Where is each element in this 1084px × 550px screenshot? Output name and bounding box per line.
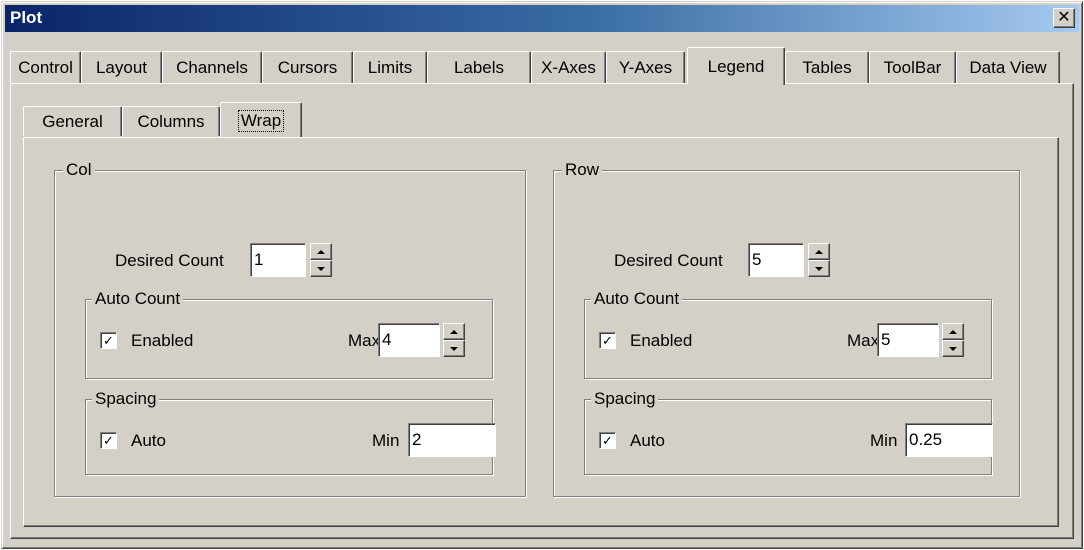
col-desired-count-input[interactable] — [250, 243, 306, 277]
spin-up-button[interactable] — [443, 323, 465, 340]
arrow-up-icon — [317, 249, 325, 254]
tab-label: Layout — [95, 57, 148, 77]
row-auto-label: Auto — [630, 431, 665, 450]
row-auto-count-title: Auto Count — [591, 289, 683, 309]
check-icon: ✓ — [602, 333, 613, 348]
tab-label: Legend — [707, 56, 765, 76]
col-spacing-group: Spacing ✓ Auto Min — [85, 389, 496, 475]
tab-label: Channels — [176, 57, 248, 77]
arrow-up-icon — [949, 329, 957, 334]
tab-label: Limits — [367, 57, 413, 77]
col-group-title: Col — [63, 160, 95, 180]
row-min-label: Min — [870, 431, 898, 450]
col-enabled-label: Enabled — [131, 331, 194, 350]
row-desired-count-spinner[interactable] — [808, 243, 830, 277]
spin-down-button[interactable] — [808, 260, 830, 277]
row-spacing-title: Spacing — [591, 389, 659, 409]
subtab-columns[interactable]: Columns — [122, 106, 220, 136]
check-icon: ✓ — [602, 433, 613, 448]
check-icon: ✓ — [103, 333, 114, 348]
arrow-down-icon — [317, 266, 325, 271]
col-auto-label: Auto — [131, 431, 166, 450]
subtab-label: General — [42, 111, 103, 131]
subtab-general[interactable]: General — [23, 106, 122, 136]
col-auto-count-group: Auto Count ✓ Enabled Max — [85, 289, 493, 379]
subtab-label: Columns — [137, 111, 205, 131]
row-group: Row Desired Count Auto Count ✓ Enabled M… — [553, 160, 1020, 497]
col-max-input[interactable] — [378, 323, 440, 357]
subtab-label: Wrap — [237, 109, 285, 132]
row-max-label: Max — [847, 331, 880, 350]
tab-limits[interactable]: Limits — [353, 51, 427, 83]
tab-data-view[interactable]: Data View — [956, 51, 1060, 83]
arrow-down-icon — [450, 346, 458, 351]
row-min-input[interactable] — [905, 423, 993, 457]
row-max-input[interactable] — [877, 323, 939, 357]
check-icon: ✓ — [103, 433, 114, 448]
col-max-spinner[interactable] — [443, 323, 465, 357]
row-enabled-label: Enabled — [630, 331, 693, 350]
row-desired-count-label: Desired Count — [614, 251, 723, 270]
wrap-panel: Col Desired Count Auto Count ✓ Enabled M… — [23, 137, 1059, 527]
tab-channels[interactable]: Channels — [162, 51, 262, 83]
row-spacing-group: Spacing ✓ Auto Min — [584, 389, 993, 475]
arrow-up-icon — [815, 249, 823, 254]
window-title: Plot — [10, 8, 43, 27]
tab-label: Y-Axes — [618, 57, 673, 77]
row-auto-count-group: Auto Count ✓ Enabled Max — [584, 289, 992, 379]
tab-layout[interactable]: Layout — [81, 51, 162, 83]
arrow-up-icon — [450, 329, 458, 334]
spin-up-button[interactable] — [310, 243, 332, 260]
subtab-wrap[interactable]: Wrap — [220, 102, 302, 138]
tab-label: Control — [18, 57, 73, 77]
tab-label: ToolBar — [883, 57, 942, 77]
tab-label: Tables — [802, 57, 852, 77]
tab-label: Labels — [453, 57, 505, 77]
spin-down-button[interactable] — [942, 340, 964, 357]
close-icon: ✕ — [1057, 9, 1071, 26]
col-desired-count-spinner[interactable] — [310, 243, 332, 277]
col-auto-checkbox[interactable]: ✓ — [100, 432, 117, 449]
tab-label: Data View — [969, 57, 1047, 77]
tab-cursors[interactable]: Cursors — [262, 51, 353, 83]
row-auto-checkbox[interactable]: ✓ — [599, 432, 616, 449]
arrow-down-icon — [815, 266, 823, 271]
tab-label: Cursors — [277, 57, 338, 77]
col-group: Col Desired Count Auto Count ✓ Enabled M… — [54, 160, 526, 497]
col-enabled-checkbox[interactable]: ✓ — [100, 332, 117, 349]
col-auto-count-title: Auto Count — [92, 289, 184, 309]
row-enabled-checkbox[interactable]: ✓ — [599, 332, 616, 349]
tab-x-axes[interactable]: X-Axes — [531, 51, 606, 83]
tab-labels[interactable]: Labels — [427, 51, 531, 83]
spin-up-button[interactable] — [808, 243, 830, 260]
spin-down-button[interactable] — [443, 340, 465, 357]
tab-tables[interactable]: Tables — [785, 51, 869, 83]
col-min-input[interactable] — [408, 423, 496, 457]
col-max-label: Max — [348, 331, 381, 350]
col-desired-count-label: Desired Count — [115, 251, 224, 270]
tab-label: X-Axes — [541, 57, 596, 77]
col-spacing-title: Spacing — [92, 389, 160, 409]
row-desired-count-input[interactable] — [748, 243, 804, 277]
row-group-title: Row — [562, 160, 603, 180]
tab-toolbar[interactable]: ToolBar — [869, 51, 956, 83]
arrow-down-icon — [949, 346, 957, 351]
col-min-label: Min — [372, 431, 400, 450]
title-bar[interactable]: Plot ✕ — [5, 5, 1079, 32]
close-button[interactable]: ✕ — [1053, 8, 1075, 28]
tab-legend[interactable]: Legend — [687, 47, 785, 85]
spin-down-button[interactable] — [310, 260, 332, 277]
spin-up-button[interactable] — [942, 323, 964, 340]
tab-control[interactable]: Control — [10, 51, 81, 83]
row-max-spinner[interactable] — [942, 323, 964, 357]
tab-y-axes[interactable]: Y-Axes — [606, 51, 685, 83]
